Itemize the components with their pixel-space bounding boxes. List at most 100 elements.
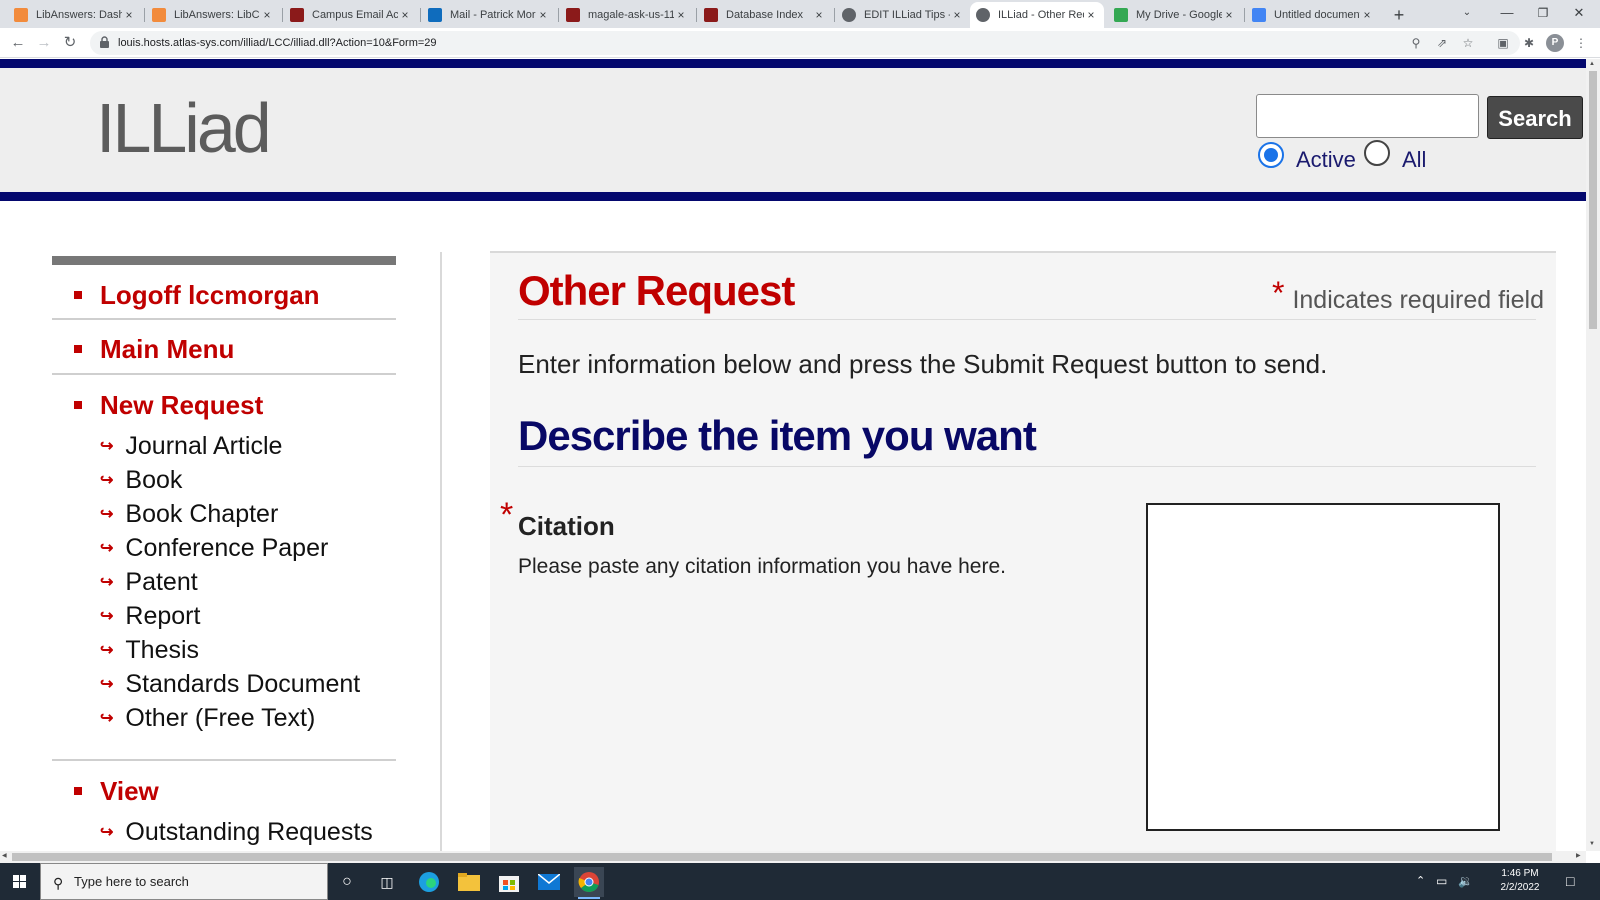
chrome-browser-icon[interactable]	[574, 867, 604, 899]
volume-icon[interactable]: 🔉	[1458, 863, 1473, 900]
extension-g-icon[interactable]: ▣	[1494, 34, 1512, 52]
browser-tab[interactable]: Mail - Patrick Morg ×	[422, 2, 556, 28]
browser-tab[interactable]: LibAnswers: LibCha ×	[146, 2, 280, 28]
bookmark-star-icon[interactable]: ☆	[1460, 35, 1476, 51]
taskbar-clock[interactable]: 1:46 PM 2/2/2022	[1490, 867, 1550, 895]
red-arrow-icon: ↪	[100, 608, 114, 625]
red-arrow-icon: ↪	[100, 710, 114, 727]
sidebar-subitem-book[interactable]: ↪ Book	[100, 466, 182, 495]
horizontal-scroll-thumb[interactable]	[12, 853, 1552, 861]
close-tab-icon[interactable]: ×	[536, 8, 550, 22]
search-input[interactable]	[1256, 94, 1479, 138]
required-star-icon: *	[1272, 275, 1285, 311]
tab-separator	[282, 8, 283, 22]
more-menu-icon[interactable]: ⋮	[1572, 34, 1590, 52]
forward-arrow-icon[interactable]: →	[34, 33, 54, 53]
close-tab-icon[interactable]: ×	[260, 8, 274, 22]
sidebar-item-label: Main Menu	[100, 334, 235, 364]
campus-favicon-icon	[566, 8, 580, 22]
sidebar-subitem-other-free-text[interactable]: ↪ Other (Free Text)	[100, 704, 315, 733]
zoom-icon[interactable]: ⚲	[1408, 35, 1424, 51]
active-radio-label: Active	[1296, 147, 1356, 172]
address-bar[interactable]: louis.hosts.atlas-sys.com/illiad/LCC/ill…	[90, 31, 1520, 55]
notification-center-icon[interactable]: □	[1566, 863, 1574, 900]
outlook-favicon-icon	[428, 8, 442, 22]
taskbar-search-box[interactable]: ⚲ Type here to search	[40, 863, 328, 900]
browser-tab[interactable]: EDIT ILLiad Tips - S ×	[836, 2, 970, 28]
scroll-up-icon[interactable]: ▲	[1589, 61, 1595, 67]
citation-textarea[interactable]	[1146, 503, 1500, 831]
sidebar-subitem-journal-article[interactable]: ↪ Journal Article	[100, 432, 282, 461]
browser-tab[interactable]: Untitled document ×	[1246, 2, 1380, 28]
illiad-logo[interactable]: ILLiad	[96, 88, 272, 168]
sidebar-item-view[interactable]: View	[52, 776, 396, 808]
show-hidden-icons-chevron-icon[interactable]: ⌃	[1416, 863, 1425, 900]
sidebar-subitem-standards-document[interactable]: ↪ Standards Document	[100, 670, 360, 699]
citation-label: Citation	[518, 511, 615, 541]
extensions-puzzle-icon[interactable]: ✱	[1520, 34, 1538, 52]
vertical-scroll-thumb[interactable]	[1589, 71, 1597, 329]
scroll-left-icon[interactable]: ◀	[2, 852, 7, 859]
share-icon[interactable]: ⇗	[1434, 35, 1450, 51]
close-tab-icon[interactable]: ×	[1222, 8, 1236, 22]
browser-tab[interactable]: LibAnswers: Dashb ×	[8, 2, 142, 28]
close-tab-icon[interactable]: ×	[950, 8, 964, 22]
scroll-down-icon[interactable]: ▼	[1589, 841, 1595, 847]
sidebar-subitem-book-chapter[interactable]: ↪ Book Chapter	[100, 500, 278, 529]
sidebar-subitem-report[interactable]: ↪ Report	[100, 602, 200, 631]
scroll-right-icon[interactable]: ▶	[1576, 852, 1581, 859]
close-tab-icon[interactable]: ×	[398, 8, 412, 22]
search-button[interactable]: Search	[1487, 96, 1583, 139]
close-window-icon[interactable]: ✕	[1556, 0, 1600, 28]
cortana-circle-icon[interactable]: ○	[332, 867, 362, 897]
clock-date: 2/2/2022	[1500, 882, 1540, 893]
close-tab-icon[interactable]: ×	[122, 8, 136, 22]
browser-tab[interactable]: magale-ask-us-11 ×	[560, 2, 694, 28]
profile-avatar[interactable]: P	[1546, 34, 1564, 52]
reload-icon[interactable]: ↻	[60, 33, 80, 53]
vertical-scrollbar[interactable]: ▲ ▼	[1586, 59, 1600, 851]
sidebar-subitem-label: Journal Article	[125, 432, 283, 460]
task-view-icon[interactable]: ◫	[372, 867, 402, 897]
tab-title: magale-ask-us-11	[588, 9, 674, 21]
close-tab-icon[interactable]: ×	[674, 8, 688, 22]
all-radio[interactable]	[1364, 140, 1390, 166]
required-star-icon: *	[500, 496, 514, 534]
sidebar-subitem-label: Outstanding Requests	[125, 818, 373, 846]
close-tab-icon[interactable]: ×	[1084, 8, 1098, 22]
citation-help-text: Please paste any citation information yo…	[518, 555, 1006, 578]
sidebar-subitem-outstanding-requests[interactable]: ↪ Outstanding Requests	[100, 818, 373, 847]
browser-tab[interactable]: My Drive - Google ×	[1108, 2, 1242, 28]
lock-icon	[100, 36, 109, 48]
sidebar-subitem-patent[interactable]: ↪ Patent	[100, 568, 198, 597]
sidebar-subitem-thesis[interactable]: ↪ Thesis	[100, 636, 199, 665]
tab-title: LibAnswers: LibCha	[174, 9, 260, 21]
horizontal-scrollbar[interactable]: ◀ ▶	[0, 851, 1586, 863]
sidebar-item-new-request[interactable]: New Request	[52, 390, 396, 422]
tab-separator	[1244, 8, 1245, 22]
browser-tab[interactable]: Database Index ×	[698, 2, 832, 28]
sidebar-item-main-menu[interactable]: Main Menu	[52, 334, 396, 366]
red-arrow-icon: ↪	[100, 438, 114, 455]
page-viewport: ILLiad Search Active All Logoff lccmorga…	[0, 59, 1586, 851]
sidebar-subitem-label: Book Chapter	[125, 500, 279, 528]
sidebar-subitem-conference-paper[interactable]: ↪ Conference Paper	[100, 534, 328, 563]
back-arrow-icon[interactable]: ←	[8, 33, 28, 53]
network-icon[interactable]: ▭	[1436, 863, 1447, 900]
red-arrow-icon: ↪	[100, 472, 114, 489]
browser-tab[interactable]: Campus Email Acc ×	[284, 2, 418, 28]
close-tab-icon[interactable]: ×	[1360, 8, 1374, 22]
sidebar-item-logoff[interactable]: Logoff lccmorgan	[52, 280, 396, 312]
google-docs-favicon-icon	[1252, 8, 1266, 22]
active-radio[interactable]	[1258, 142, 1284, 168]
windows-start-icon[interactable]	[0, 863, 40, 900]
title-divider	[518, 319, 1536, 320]
close-tab-icon[interactable]: ×	[812, 8, 826, 22]
new-tab-button[interactable]: +	[1386, 2, 1412, 28]
sidebar-divider	[440, 252, 442, 851]
microsoft-store-icon[interactable]	[494, 867, 524, 897]
mail-icon[interactable]	[534, 867, 564, 897]
browser-tab-active[interactable]: ILLiad - Other Req ×	[970, 2, 1104, 28]
edge-browser-icon[interactable]	[414, 867, 444, 897]
file-explorer-icon[interactable]	[454, 867, 484, 897]
